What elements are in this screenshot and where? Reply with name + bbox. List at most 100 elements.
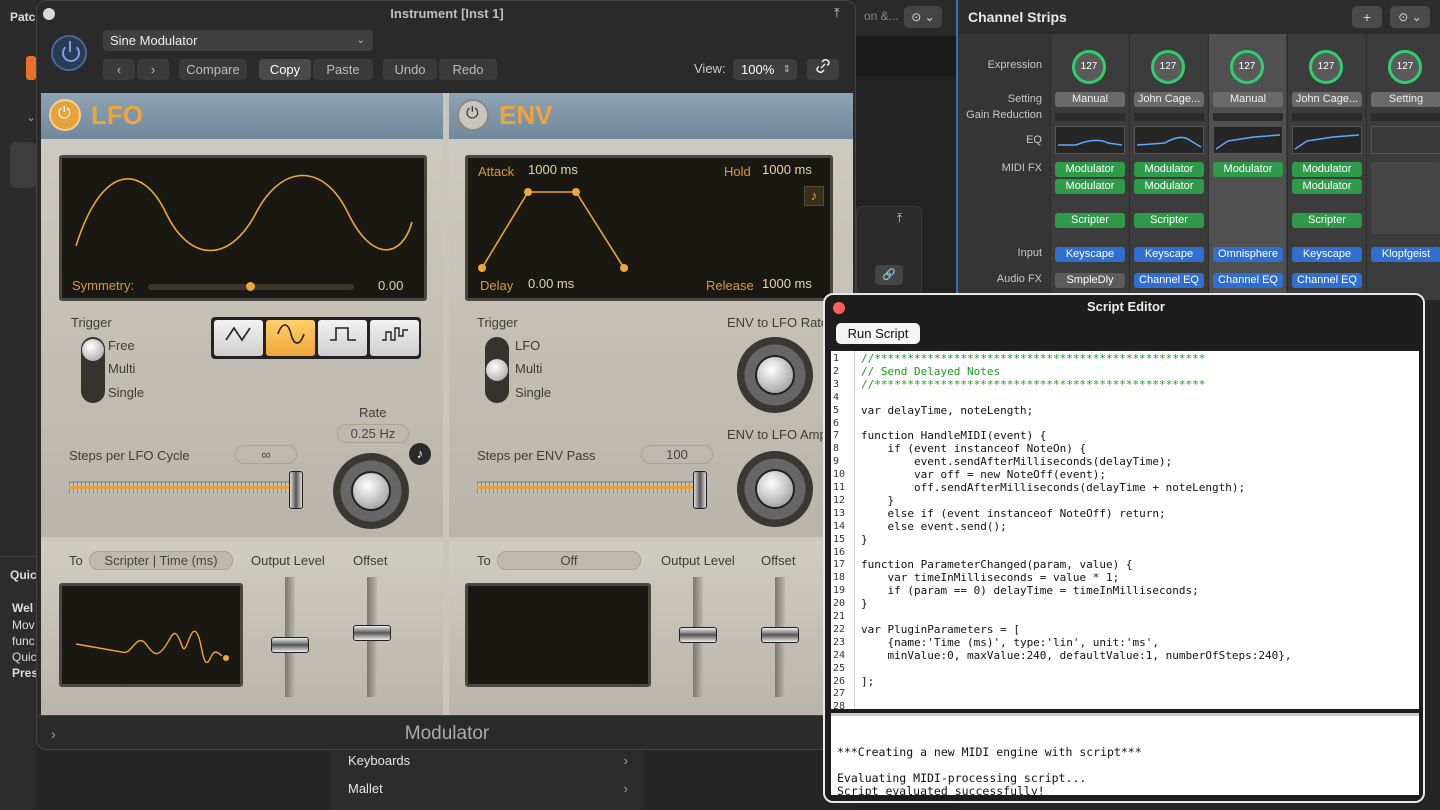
- copy-button[interactable]: Copy: [259, 59, 311, 80]
- trigger-option[interactable]: Single: [108, 385, 144, 400]
- zoom-stepper[interactable]: 100% ⇕: [733, 59, 797, 80]
- trigger-option[interactable]: Free: [108, 338, 135, 353]
- next-preset-button[interactable]: ›: [137, 59, 169, 80]
- eq-thumbnail[interactable]: [1055, 126, 1125, 154]
- env-output-level-thumb[interactable]: [679, 627, 717, 643]
- note-sync-icon[interactable]: ♪: [804, 186, 824, 206]
- note-sync-icon[interactable]: ♪: [409, 443, 431, 465]
- link-button[interactable]: [807, 59, 839, 80]
- rate-value[interactable]: 0.25 Hz: [337, 424, 409, 443]
- env-to-lfo-amp-knob[interactable]: [737, 451, 813, 527]
- midi-fx-slot[interactable]: Modulator: [1134, 179, 1204, 194]
- setting-button[interactable]: Setting: [1371, 92, 1440, 107]
- setting-button[interactable]: John Cage...: [1292, 92, 1362, 107]
- symmetry-thumb[interactable]: [246, 282, 255, 291]
- env-to-lfo-rate-knob[interactable]: [737, 337, 813, 413]
- left-selected-item[interactable]: [10, 142, 36, 188]
- more-options-icon[interactable]: ⊙ ⌄: [904, 6, 942, 28]
- eq-thumbnail[interactable]: [1292, 126, 1362, 154]
- lfo-steps-thumb[interactable]: [289, 471, 303, 509]
- env-steps-slider[interactable]: [477, 481, 707, 493]
- input-slot[interactable]: Keyscape: [1134, 247, 1204, 262]
- offset-label: Offset: [761, 553, 796, 568]
- run-script-button[interactable]: Run Script: [836, 323, 920, 344]
- menu-item-keyboards[interactable]: Keyboards ›: [348, 753, 638, 768]
- midi-fx-slot[interactable]: Modulator: [1213, 162, 1283, 177]
- expand-icon[interactable]: ⤒: [897, 211, 902, 226]
- more-options-button[interactable]: ⊙ ⌄: [1390, 6, 1430, 28]
- lfo-destination-dropdown[interactable]: Scripter | Time (ms): [89, 551, 233, 570]
- rate-knob[interactable]: [333, 453, 409, 529]
- redo-button[interactable]: Redo: [439, 59, 497, 80]
- audio-fx-slot[interactable]: SmpleDly: [1055, 273, 1125, 288]
- attack-value[interactable]: 1000 ms: [528, 162, 578, 177]
- input-slot[interactable]: Klopfgeist: [1371, 247, 1440, 262]
- midi-fx-empty[interactable]: [1371, 162, 1440, 234]
- trigger-option[interactable]: LFO: [515, 338, 540, 353]
- expression-knob[interactable]: 127: [1072, 50, 1106, 84]
- midi-fx-slot[interactable]: Modulator: [1134, 162, 1204, 177]
- env-trigger-switch[interactable]: [485, 337, 509, 403]
- trigger-option[interactable]: Multi: [108, 361, 135, 376]
- delay-value[interactable]: 0.00 ms: [528, 276, 574, 291]
- audio-fx-slot[interactable]: Channel EQ: [1134, 273, 1204, 288]
- eq-thumbnail[interactable]: [1134, 126, 1204, 154]
- env-power-button[interactable]: ⏻: [457, 99, 489, 131]
- input-slot[interactable]: Keyscape: [1055, 247, 1125, 262]
- midi-fx-slot[interactable]: Modulator: [1292, 162, 1362, 177]
- hold-value[interactable]: 1000 ms: [762, 162, 812, 177]
- lfo-steps-slider[interactable]: [69, 481, 295, 493]
- triangle-wave-button[interactable]: [214, 320, 263, 356]
- undo-button[interactable]: Undo: [383, 59, 437, 80]
- env-offset-thumb[interactable]: [761, 627, 799, 643]
- setting-button[interactable]: Manual: [1213, 92, 1283, 107]
- midi-fx-slot[interactable]: Scripter: [1292, 213, 1362, 228]
- trigger-option[interactable]: Multi: [515, 361, 542, 376]
- lfo-power-button[interactable]: ⏻: [49, 99, 81, 131]
- midi-fx-slot[interactable]: Scripter: [1055, 213, 1125, 228]
- audio-fx-slot[interactable]: Channel EQ: [1292, 273, 1362, 288]
- midi-fx-slot[interactable]: Modulator: [1055, 162, 1125, 177]
- setting-button[interactable]: Manual: [1055, 92, 1125, 107]
- trigger-option[interactable]: Single: [515, 385, 551, 400]
- expression-knob[interactable]: 127: [1309, 50, 1343, 84]
- lfo-trigger-label: Trigger: [71, 315, 112, 330]
- lfo-offset-thumb[interactable]: [353, 625, 391, 641]
- midi-fx-slot[interactable]: Modulator: [1055, 179, 1125, 194]
- previous-preset-button[interactable]: ‹: [103, 59, 135, 80]
- random-wave-button[interactable]: [370, 320, 419, 356]
- eq-thumbnail[interactable]: [1213, 126, 1283, 154]
- env-steps-value[interactable]: 100: [641, 445, 713, 464]
- eq-thumbnail[interactable]: [1371, 126, 1440, 154]
- input-slot[interactable]: Keyscape: [1292, 247, 1362, 262]
- compare-button[interactable]: Compare: [179, 59, 247, 80]
- link-icon[interactable]: 🔗: [875, 265, 903, 285]
- bypass-power-button[interactable]: [51, 35, 87, 71]
- env-destination-dropdown[interactable]: Off: [497, 551, 641, 570]
- release-value[interactable]: 1000 ms: [762, 276, 812, 291]
- add-button[interactable]: +: [1352, 6, 1382, 28]
- lfo-steps-value[interactable]: ∞: [235, 445, 297, 464]
- expand-icon[interactable]: ⤒: [834, 5, 840, 21]
- midi-fx-slot[interactable]: Modulator: [1292, 179, 1362, 194]
- row-label-eq: EQ: [1026, 134, 1042, 146]
- setting-button[interactable]: John Cage...: [1134, 92, 1204, 107]
- sine-wave-button[interactable]: [266, 320, 315, 356]
- env-steps-thumb[interactable]: [693, 471, 707, 509]
- symmetry-slider[interactable]: [148, 282, 354, 291]
- input-slot[interactable]: Omnisphere: [1213, 247, 1283, 262]
- lfo-trigger-switch[interactable]: [81, 337, 105, 403]
- lfo-output-level-thumb[interactable]: [271, 637, 309, 653]
- square-wave-button[interactable]: [318, 320, 367, 356]
- expression-knob[interactable]: 127: [1230, 50, 1264, 84]
- chevron-down-icon[interactable]: ⌄: [26, 110, 36, 124]
- menu-item-mallet[interactable]: Mallet ›: [348, 781, 638, 796]
- code-line: //**************************************…: [861, 377, 1206, 391]
- midi-fx-slot[interactable]: Scripter: [1134, 213, 1204, 228]
- paste-button[interactable]: Paste: [313, 59, 373, 80]
- expression-knob[interactable]: 127: [1388, 50, 1422, 84]
- preset-dropdown[interactable]: Sine Modulator ⌄: [103, 30, 373, 51]
- code-editor[interactable]: 1 2 3 4 5 6 7 8 9 10 11 12 13 14 15 16 17 18 19 20 21 22 23 24 2…: [831, 351, 1419, 709]
- expression-knob[interactable]: 127: [1151, 50, 1185, 84]
- audio-fx-slot[interactable]: Channel EQ: [1213, 273, 1283, 288]
